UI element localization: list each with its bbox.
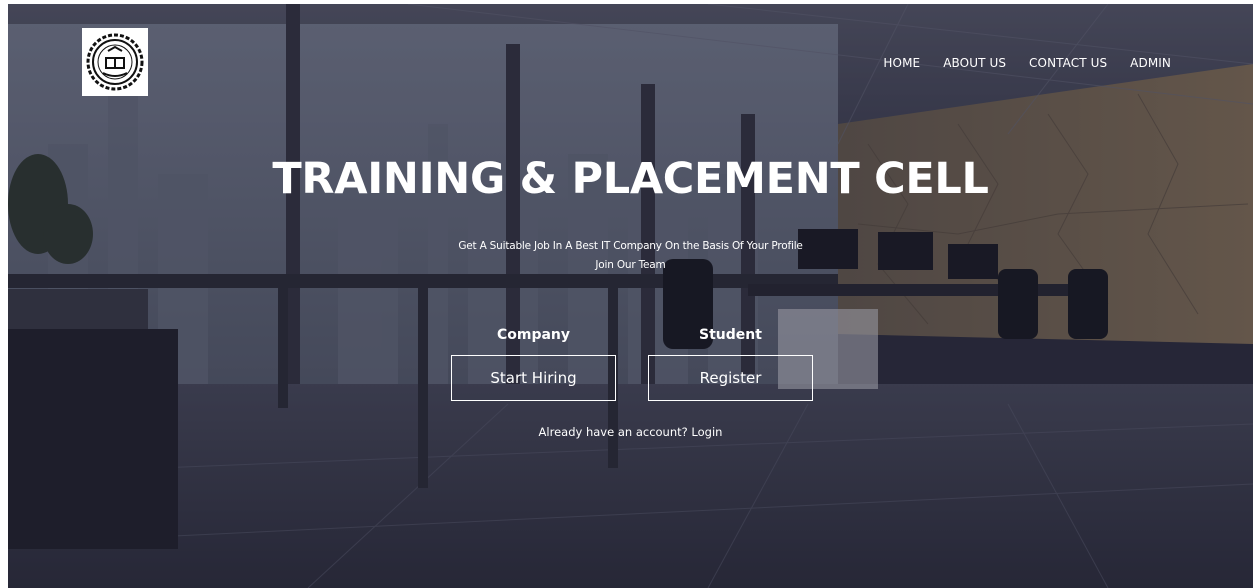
start-hiring-button[interactable]: Start Hiring: [451, 355, 616, 401]
nav-about-link[interactable]: ABOUT US: [943, 56, 1006, 70]
hero-tagline: Join Our Team: [595, 259, 666, 271]
student-label: Student: [699, 327, 762, 343]
company-label: Company: [496, 327, 571, 343]
hero-subtitle: Get A Suitable Job In A Best IT Company …: [458, 240, 803, 252]
register-button[interactable]: Register: [648, 355, 813, 401]
nav-home-link[interactable]: HOME: [883, 56, 920, 70]
dark-overlay: [8, 4, 1253, 588]
login-prompt: Already have an account? Login: [8, 425, 1253, 439]
nav-admin-link[interactable]: ADMIN: [1130, 56, 1171, 70]
hero-section: HOME ABOUT US CONTACT US ADMIN TRAINING …: [8, 4, 1253, 588]
nav-contact-link[interactable]: CONTACT US: [1029, 56, 1107, 70]
college-emblem-icon: [86, 33, 144, 91]
main-nav: HOME ABOUT US CONTACT US ADMIN: [883, 56, 1171, 70]
login-link[interactable]: Login: [691, 425, 722, 439]
college-logo[interactable]: [82, 28, 148, 96]
login-prompt-text: Already have an account?: [538, 425, 688, 439]
page-title: TRAINING & PLACEMENT CELL: [272, 154, 989, 204]
